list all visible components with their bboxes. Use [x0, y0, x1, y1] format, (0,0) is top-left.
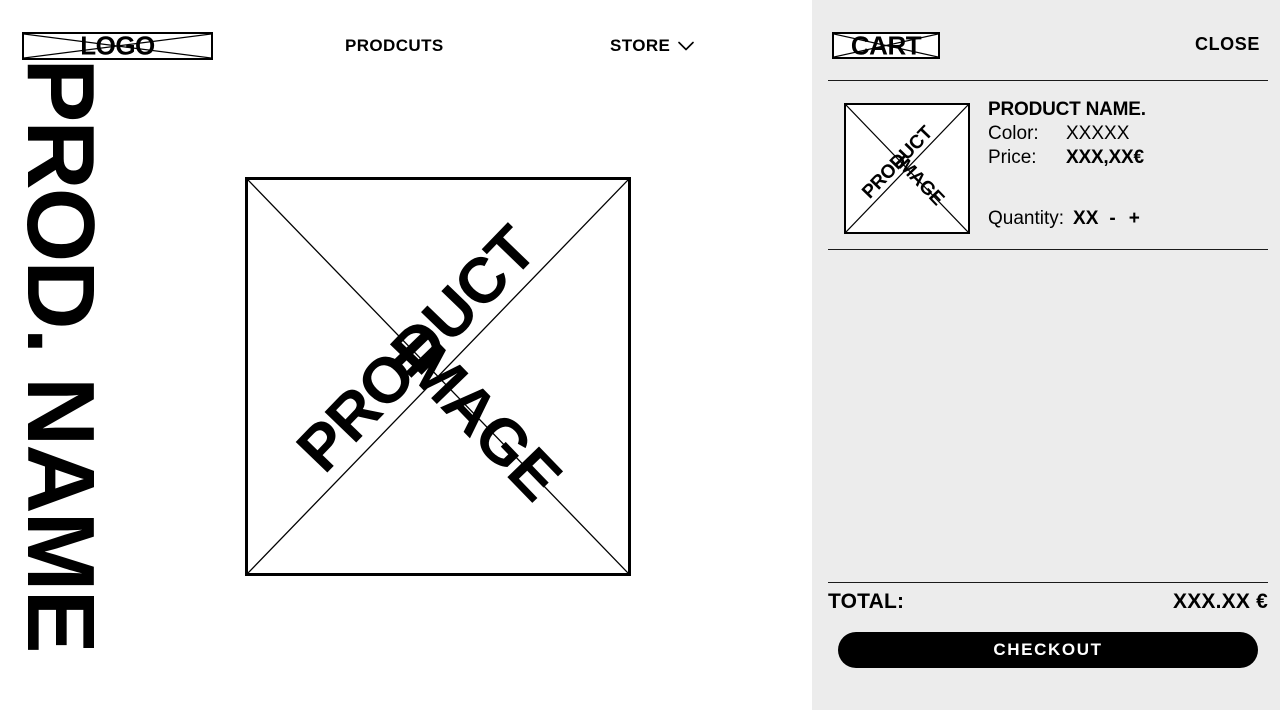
cart-item-name: PRODUCT NAME. — [988, 99, 1146, 120]
chevron-down-icon — [678, 41, 695, 51]
cart-item-color-value: XXXXX — [1066, 122, 1130, 144]
vertical-product-title: PROD. NAME — [0, 0, 120, 710]
cart-thumbnail-word-image: IMAGE — [890, 150, 949, 210]
cart-panel: CART CLOSE PRODUCT IMAGE PRODUCT NAME. C… — [812, 0, 1280, 710]
cart-item-price-value: XXX,XX€ — [1066, 147, 1144, 169]
cart-title-placeholder-box: CART — [832, 30, 940, 60]
cart-total-divider — [828, 582, 1268, 583]
cart-item-price-row: Price: XXX,XX€ — [988, 146, 1268, 170]
vertical-product-title-text: PROD. NAME — [7, 58, 115, 652]
nav-item-products[interactable]: PRODCUTS — [345, 36, 444, 56]
store-page: LOGO PRODCUTS STORE PROD. NAME PRODUCT I… — [0, 0, 812, 710]
cart-line-item: PRODUCT IMAGE PRODUCT NAME. Color: XXXXX… — [828, 90, 1268, 240]
nav-products-label: PRODCUTS — [345, 36, 444, 55]
cart-title-text: CART — [850, 30, 922, 60]
cart-total-row: TOTAL: XXX.XX € — [828, 590, 1268, 614]
quantity-value: XX — [1073, 208, 1099, 229]
quantity-increment-button[interactable]: + — [1127, 208, 1142, 230]
cart-item-thumbnail[interactable]: PRODUCT IMAGE — [844, 103, 970, 234]
cart-total-value: XXX.XX € — [1173, 590, 1268, 613]
site-header: LOGO PRODCUTS STORE — [0, 0, 812, 90]
quantity-decrement-button[interactable]: - — [1107, 208, 1117, 230]
close-cart-button[interactable]: CLOSE — [1195, 34, 1260, 55]
cart-item-color-label: Color: — [988, 122, 1039, 144]
quantity-label: Quantity: — [988, 208, 1065, 229]
cart-header-divider — [828, 80, 1268, 81]
cart-item-info: PRODUCT NAME. Color: XXXXX Price: XXX,XX… — [988, 98, 1268, 170]
cart-item-divider — [828, 249, 1268, 250]
product-image-word-image: IMAGE — [380, 315, 576, 514]
cart-item-quantity-stepper: Quantity: XX - + — [988, 208, 1142, 230]
cart-total-label: TOTAL: — [828, 590, 905, 613]
cart-item-color-row: Color: XXXXX — [988, 122, 1268, 146]
product-image-placeholder[interactable]: PRODUCT IMAGE — [245, 177, 631, 576]
cart-header: CART CLOSE — [812, 0, 1280, 70]
cart-item-price-label: Price: — [988, 147, 1037, 169]
nav-store-label: STORE — [610, 36, 671, 55]
nav-item-store[interactable]: STORE — [610, 36, 695, 56]
checkout-button[interactable]: CHECKOUT — [838, 632, 1258, 668]
